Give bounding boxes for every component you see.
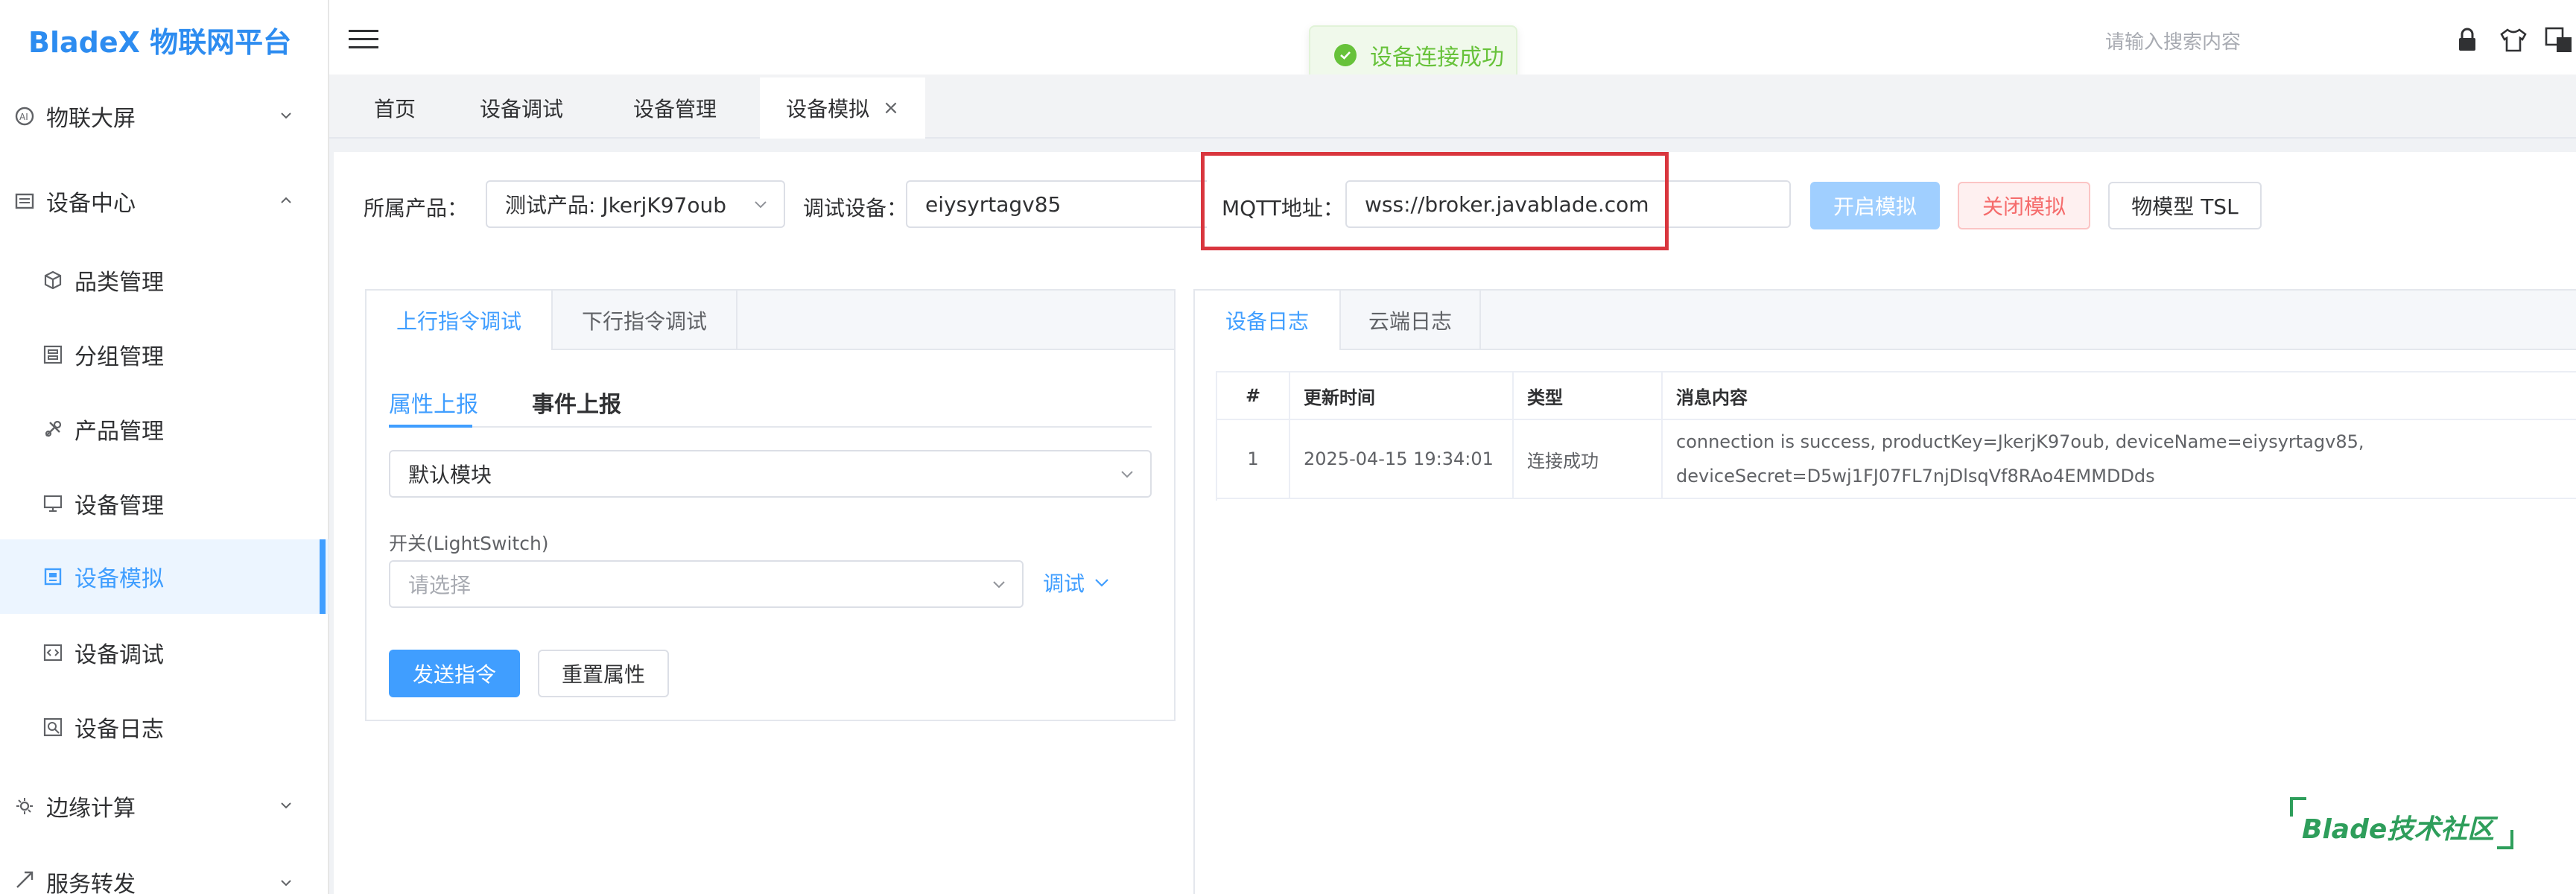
search-input[interactable]: 请输入搜索内容 — [2105, 27, 2241, 54]
cell-index: 1 — [1217, 420, 1290, 499]
device-center-icon — [13, 190, 36, 212]
reset-properties-button[interactable]: 重置属性 — [538, 650, 669, 697]
theme-shirt-icon[interactable] — [2499, 25, 2528, 55]
chevron-down-icon — [755, 201, 767, 209]
debug-dropdown-label: 调试 — [1043, 571, 1085, 596]
tab-label: 设备模拟 — [786, 97, 870, 121]
forward-icon — [13, 869, 36, 891]
cube-icon — [42, 269, 64, 291]
tab-device-simulate[interactable]: 设备模拟 × — [760, 77, 925, 139]
tools-icon — [42, 418, 64, 440]
hamburger-menu-icon[interactable] — [349, 28, 378, 51]
sidebar-item-label: 分组管理 — [74, 344, 164, 370]
tab-cloud-log[interactable]: 云端日志 — [1339, 291, 1481, 350]
sidebar-item-label: 设备中心 — [46, 191, 136, 217]
tab-device-debug[interactable]: 设备调试 — [462, 77, 581, 139]
cell-content-line: deviceSecret=D5wj1FJ07FL7njDlsqVf8RAo4EM… — [1676, 466, 2155, 486]
watermark-text: Blade技术社区 — [2302, 814, 2495, 845]
sidebar-item-device-center[interactable]: 设备中心 — [0, 164, 329, 238]
cell-time: 2025-04-15 19:34:01 — [1290, 420, 1514, 499]
sidebar-item-label: 边缘计算 — [46, 796, 136, 822]
sidebar-item-label: 品类管理 — [74, 270, 164, 296]
sidebar-item-label: 设备管理 — [74, 493, 164, 519]
switch-select[interactable]: 请选择 — [389, 560, 1024, 608]
product-select[interactable]: 测试产品: JkerjK97oub — [486, 180, 785, 228]
tab-device-manage[interactable]: 设备管理 — [615, 77, 735, 139]
chevron-down-icon — [281, 802, 291, 809]
sidebar-item-label: 服务转发 — [46, 872, 136, 894]
sidebar-item-label: 产品管理 — [74, 419, 164, 445]
edge-icon — [13, 795, 36, 817]
cell-content-line: connection is success, productKey=JkerjK… — [1676, 431, 2364, 452]
chevron-down-icon — [993, 581, 1005, 589]
sidebar-item-device-simulate[interactable]: 设备模拟 — [0, 539, 329, 614]
chevron-down-icon — [1095, 579, 1108, 587]
start-simulate-button[interactable]: 开启模拟 — [1810, 182, 1940, 229]
sidebar-item-device-debug[interactable]: 设备调试 — [0, 615, 329, 690]
subtab-active-underline — [389, 425, 472, 428]
subtab-property-report[interactable]: 属性上报 — [389, 386, 478, 419]
subtab-divider — [389, 426, 1152, 428]
active-indicator — [320, 539, 326, 614]
sidebar-item-service-forward[interactable]: 服务转发 — [0, 849, 329, 894]
tab-label: 设备管理 — [632, 97, 717, 121]
tsl-model-button[interactable]: 物模型 TSL — [2108, 182, 2262, 229]
monitor-icon — [42, 492, 64, 515]
check-circle-icon — [1334, 44, 1357, 66]
product-label: 所属产品： — [364, 196, 469, 221]
cell-type: 连接成功 — [1514, 420, 1663, 499]
sidebar-item-device-manage[interactable]: 设备管理 — [0, 466, 329, 541]
device-input-value: eiysyrtagv85 — [925, 191, 1062, 217]
toast-message: 设备连接成功 — [1370, 45, 1504, 71]
switch-label: 开关(LightSwitch) — [389, 533, 549, 554]
col-header-time: 更新时间 — [1290, 372, 1514, 420]
switch-select-placeholder: 请选择 — [408, 573, 472, 597]
device-input[interactable]: eiysyrtagv85 — [906, 180, 1207, 228]
module-select-value: 默认模块 — [408, 463, 492, 487]
col-header-content: 消息内容 — [1663, 372, 2576, 420]
svg-text:AI: AI — [19, 112, 28, 122]
debug-dropdown[interactable]: 调试 — [1043, 568, 1110, 597]
chevron-up-icon — [281, 197, 291, 203]
tab-device-log[interactable]: 设备日志 — [1195, 291, 1339, 350]
col-header-index: # — [1217, 372, 1290, 420]
language-icon[interactable] — [2545, 25, 2575, 55]
code-icon — [42, 641, 64, 664]
col-header-type: 类型 — [1514, 372, 1663, 420]
highlight-box — [1201, 152, 1669, 250]
app-logo: BladeX 物联网平台 — [28, 26, 292, 59]
chevron-down-icon — [1121, 471, 1133, 478]
tab-label: 首页 — [373, 97, 416, 121]
sidebar-item-label: 设备调试 — [74, 642, 164, 668]
stop-simulate-button[interactable]: 关闭模拟 — [1958, 182, 2090, 229]
sidebar-item-product[interactable]: 产品管理 — [0, 392, 329, 466]
sidebar-item-device-log[interactable]: 设备日志 — [0, 690, 329, 764]
log-icon — [42, 716, 64, 738]
tab-uplink-debug[interactable]: 上行指令调试 — [367, 291, 551, 350]
sidebar-item-label: 设备日志 — [74, 717, 164, 743]
sidebar-item-iot-screen[interactable]: AI 物联大屏 — [0, 79, 329, 153]
group-icon — [42, 343, 64, 366]
chevron-down-icon — [281, 880, 291, 887]
cell-content: connection is success, productKey=JkerjK… — [1663, 420, 2576, 499]
sidebar-item-group[interactable]: 分组管理 — [0, 317, 329, 392]
sidebar-item-label: 设备模拟 — [74, 566, 164, 592]
tab-home[interactable]: 首页 — [350, 77, 440, 139]
module-select[interactable]: 默认模块 — [389, 450, 1152, 498]
close-icon[interactable]: × — [883, 97, 899, 119]
sidebar-item-edge-compute[interactable]: 边缘计算 — [0, 769, 329, 843]
tab-label: 设备调试 — [479, 97, 563, 121]
simulate-icon — [42, 565, 64, 588]
sidebar-item-category[interactable]: 品类管理 — [0, 243, 329, 317]
product-select-value: 测试产品: JkerjK97oub — [505, 193, 726, 218]
sidebar-item-label: 物联大屏 — [46, 106, 136, 132]
chevron-down-icon — [281, 112, 291, 119]
device-label: 调试设备： — [803, 196, 908, 221]
tab-downlink-debug[interactable]: 下行指令调试 — [551, 291, 737, 350]
ai-screen-icon: AI — [13, 105, 36, 127]
send-command-button[interactable]: 发送指令 — [389, 650, 520, 697]
subtab-event-report[interactable]: 事件上报 — [532, 386, 621, 419]
lock-icon[interactable] — [2452, 25, 2482, 55]
